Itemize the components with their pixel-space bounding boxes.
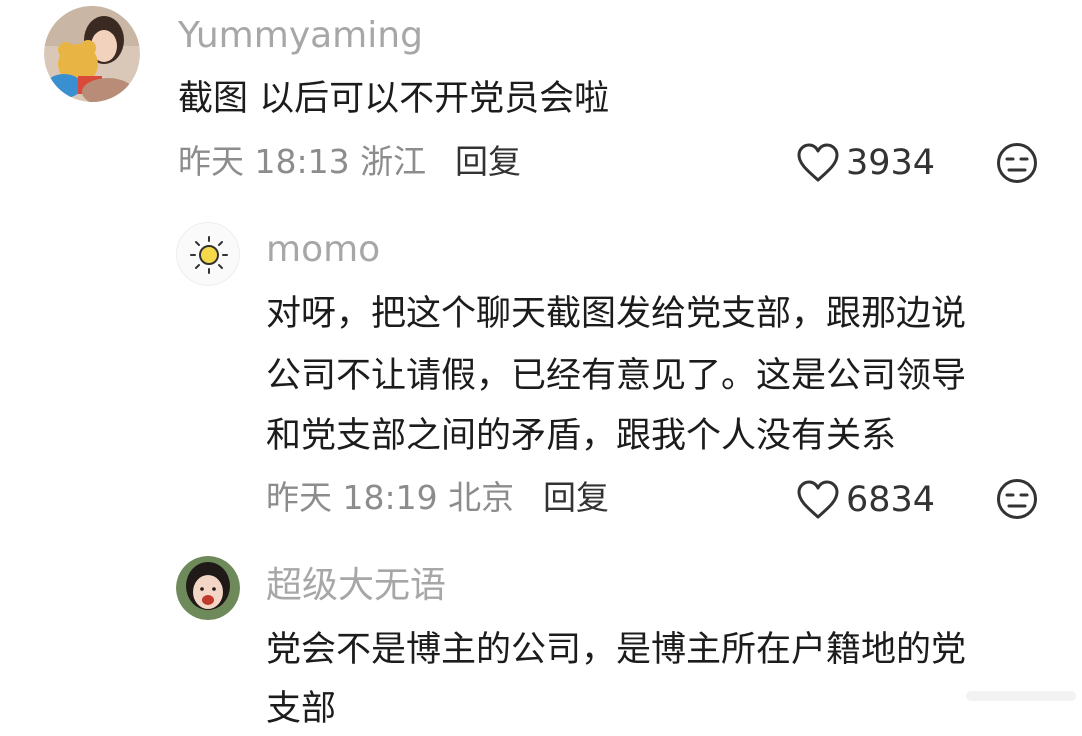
meh-face-icon[interactable] <box>996 478 1038 520</box>
comment-text-line: 党会不是博主的公司，是博主所在户籍地的党 <box>266 630 967 670</box>
reply-comment-item: momo 对呀，把这个聊天截图发给党支部，跟那边说 公司不让请假，已经有意见了。… <box>0 210 1082 540</box>
comment-meta: 昨天 18:13 浙江 <box>178 142 427 181</box>
reply-button[interactable]: 回复 <box>543 481 609 514</box>
avatar[interactable] <box>176 222 240 286</box>
comment-text-line: 公司不让请假，已经有意见了。这是公司领导 <box>266 356 967 396</box>
comment-text-line: 对呀，把这个聊天截图发给党支部，跟那边说 <box>266 294 967 334</box>
comment-text: 截图 以后可以不开党员会啦 <box>178 79 610 119</box>
comment-item: Yummyaming 截图 以后可以不开党员会啦 昨天 18:13 浙江 回复 … <box>0 0 1082 200</box>
reply-comment-item: 超级大无语 党会不是博主的公司，是博主所在户籍地的党 支部 <box>0 550 1082 729</box>
sun-icon <box>190 236 228 274</box>
reply-button[interactable]: 回复 <box>455 145 521 178</box>
comment-text-line: 支部 <box>266 689 337 729</box>
heart-outline-icon[interactable] <box>796 480 840 520</box>
comment-text-line: 和党支部之间的矛盾，跟我个人没有关系 <box>266 416 897 456</box>
avatar[interactable] <box>44 6 140 102</box>
comment-meta: 昨天 18:19 北京 <box>266 478 515 517</box>
comment-username[interactable]: momo <box>266 232 380 268</box>
like-count: 6834 <box>846 480 936 520</box>
comment-username[interactable]: Yummyaming <box>178 18 423 54</box>
meh-face-icon[interactable] <box>996 142 1038 184</box>
like-count: 3934 <box>846 143 936 183</box>
comment-username[interactable]: 超级大无语 <box>266 568 446 604</box>
watermark-logo <box>966 691 1076 701</box>
avatar[interactable] <box>176 556 240 620</box>
heart-outline-icon[interactable] <box>796 143 840 183</box>
